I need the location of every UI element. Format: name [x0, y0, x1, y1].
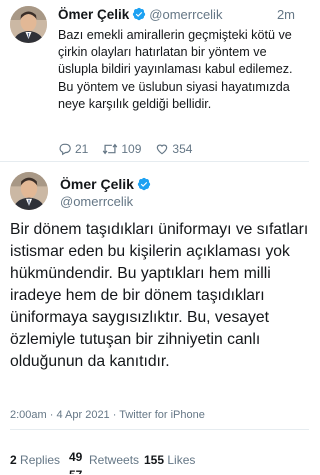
like-button[interactable]: 354 — [155, 142, 192, 156]
reply-count: 21 — [75, 142, 89, 156]
retweets-count-rolling-top: 49 — [69, 450, 83, 464]
replies-count: 2 — [10, 453, 17, 467]
replies-label: Replies — [20, 453, 61, 467]
author-name[interactable]: Ömer Çelik — [60, 176, 134, 192]
divider — [10, 429, 309, 430]
author-handle[interactable]: @omerrcelik — [149, 7, 222, 22]
author-name-row: Ömer Çelik — [60, 176, 154, 194]
retweet-button[interactable]: 109 — [102, 142, 141, 156]
likes-stat[interactable]: 155 Likes — [144, 453, 195, 467]
tweet-header: Ömer Çelik @omerrcelik 2m — [58, 7, 303, 25]
tweet-actions: 21 109 354 — [58, 141, 303, 157]
tweet-timestamp[interactable]: 2:00am · 4 Apr 2021 · Twitter for iPhone — [10, 409, 205, 421]
likes-count: 155 — [144, 453, 165, 467]
verified-badge-icon — [132, 7, 146, 24]
likes-label: Likes — [167, 453, 196, 467]
avatar[interactable] — [10, 172, 48, 210]
tweet-text: Bazı emekli amirallerin geçmişteki kötü … — [58, 28, 293, 111]
avatar-image — [10, 6, 47, 43]
author-name[interactable]: Ömer Çelik — [58, 7, 129, 22]
verified-badge-icon — [137, 177, 151, 194]
replies-stat[interactable]: 2 Replies — [10, 453, 60, 467]
reply-icon — [59, 143, 71, 156]
tweet-time[interactable]: 2m — [277, 7, 295, 22]
tweet-text: Bir dönem taşıdıkları üniformayı ve sıfa… — [10, 221, 309, 370]
retweets-label: Retweets — [89, 453, 140, 467]
retweets-count-rolling-bottom: 57 — [69, 469, 82, 474]
like-icon — [157, 144, 168, 155]
like-count: 354 — [172, 142, 193, 156]
tweet-card[interactable]: Ömer Çelik @omerrcelik 2m Bazı emekli ami… — [0, 0, 309, 162]
reply-button[interactable]: 21 — [58, 142, 88, 156]
avatar[interactable] — [10, 6, 47, 43]
retweets-stat[interactable]: Retweets — [89, 453, 139, 467]
avatar-image — [10, 172, 48, 210]
retweet-count: 109 — [121, 142, 142, 156]
retweet-icon — [103, 143, 118, 155]
author-handle[interactable]: @omerrcelik — [60, 194, 133, 209]
